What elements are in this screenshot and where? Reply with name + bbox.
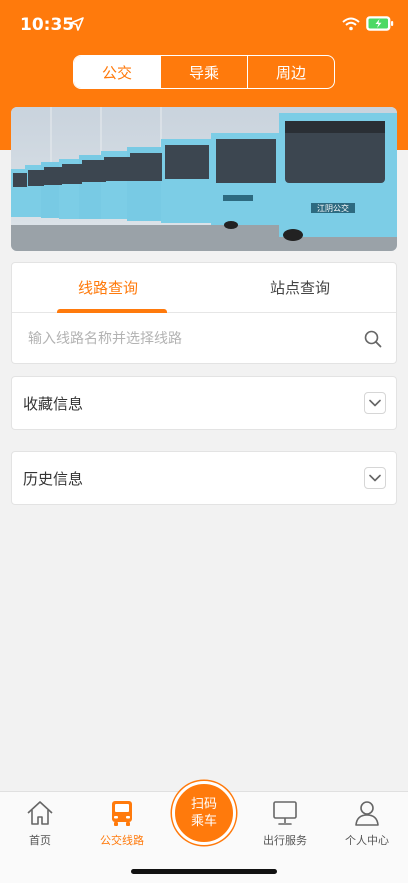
favorites-expand-button[interactable] (364, 392, 386, 414)
nav-item-personal-center[interactable]: 个人中心 (327, 798, 407, 848)
status-bar: 10:35 (0, 0, 408, 50)
favorites-section[interactable]: 收藏信息 (11, 376, 397, 430)
bus-fleet-illustration: 江阴公交 (11, 107, 397, 251)
active-tab-indicator (57, 309, 167, 313)
scan-to-ride-button[interactable]: 扫码 乘车 (172, 781, 236, 845)
nav-label-bus-lines: 公交线路 (100, 834, 144, 847)
nav-label-travel-services: 出行服务 (263, 834, 307, 847)
status-time: 10:35 (20, 15, 75, 35)
nav-label-personal-center: 个人中心 (345, 834, 389, 847)
chevron-down-icon (369, 399, 381, 407)
chevron-down-icon (369, 474, 381, 482)
search-icon[interactable] (364, 330, 382, 348)
bus-banner-image[interactable]: 江阴公交 (11, 107, 397, 251)
route-search-input[interactable] (28, 331, 364, 347)
person-icon (355, 801, 379, 826)
location-arrow-icon (70, 17, 84, 31)
segment-bus[interactable]: 公交 (74, 56, 160, 88)
home-icon (27, 801, 53, 825)
nav-label-home: 首页 (29, 834, 51, 847)
nav-item-home[interactable]: 首页 (0, 798, 80, 848)
search-row (12, 314, 396, 364)
bus-icon (112, 801, 132, 826)
tab-stop-query-label: 站点查询 (269, 279, 330, 297)
monitor-icon (273, 801, 297, 825)
tab-stop-query[interactable]: 站点查询 (204, 263, 396, 312)
tab-route-query[interactable]: 线路查询 (12, 263, 204, 313)
nav-item-travel-services[interactable]: 出行服务 (245, 798, 325, 848)
scan-label-line1: 扫码 (190, 797, 217, 812)
route-query-card: 线路查询 站点查询 (11, 262, 397, 364)
wifi-icon (342, 17, 360, 31)
home-indicator (131, 869, 277, 874)
nav-item-bus-lines[interactable]: 公交线路 (82, 798, 162, 848)
history-title: 历史信息 (23, 469, 84, 488)
history-section[interactable]: 历史信息 (11, 451, 397, 505)
segment-guide[interactable]: 导乘 (160, 56, 247, 88)
query-tabs: 线路查询 站点查询 (12, 263, 396, 313)
segment-nearby[interactable]: 周边 (247, 56, 334, 88)
mode-segmented-control: 公交 导乘 周边 (73, 55, 335, 89)
history-expand-button[interactable] (364, 467, 386, 489)
bus-sign-text: 江阴公交 (317, 203, 349, 213)
favorites-title: 收藏信息 (23, 394, 84, 413)
battery-icon (366, 16, 394, 31)
scan-label-line2: 乘车 (190, 814, 217, 829)
tab-route-query-label: 线路查询 (77, 279, 138, 297)
